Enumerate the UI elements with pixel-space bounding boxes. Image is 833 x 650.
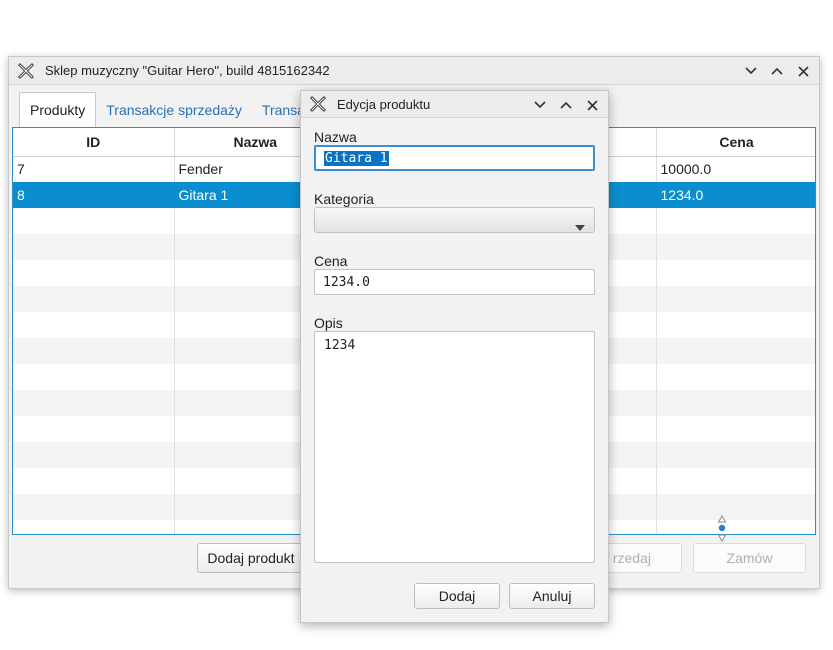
tab-transakcje-sprzedazy[interactable]: Transakcje sprzedaży xyxy=(96,93,252,127)
price-label: Cena xyxy=(314,253,348,269)
close-icon[interactable] xyxy=(795,63,811,79)
category-select[interactable] xyxy=(314,207,595,233)
dialog-window-controls xyxy=(532,91,600,119)
tab-produkty[interactable]: Produkty xyxy=(19,92,97,127)
edit-product-dialog: Edycja produktu Nazwa Gitara 1 Kategoria… xyxy=(300,90,609,623)
close-icon[interactable] xyxy=(584,97,600,113)
main-titlebar[interactable]: Sklep muzyczny "Guitar Hero", build 4815… xyxy=(9,57,819,85)
cell-price: 1234.0 xyxy=(656,182,815,208)
cell-id: 8 xyxy=(13,182,175,208)
name-field[interactable]: Gitara 1 xyxy=(314,145,595,171)
spinner-icon xyxy=(717,515,727,543)
dropdown-arrow-icon xyxy=(575,218,585,234)
description-textarea-value: 1234 xyxy=(324,338,356,353)
name-field-value: Gitara 1 xyxy=(324,150,389,166)
cancel-button[interactable]: Anuluj xyxy=(509,583,595,609)
app-x-icon xyxy=(309,95,327,113)
price-field[interactable]: 1234.0 xyxy=(314,269,595,295)
order-button[interactable]: Zamów xyxy=(693,543,806,573)
price-field-value: 1234.0 xyxy=(323,274,370,290)
maximize-icon[interactable] xyxy=(558,97,574,113)
main-window-controls xyxy=(743,57,811,85)
maximize-icon[interactable] xyxy=(769,63,785,79)
category-label: Kategoria xyxy=(314,191,374,207)
minimize-icon[interactable] xyxy=(743,63,759,79)
cell-id: 7 xyxy=(13,156,175,182)
column-header-id[interactable]: ID xyxy=(13,128,175,157)
dialog-title: Edycja produktu xyxy=(337,96,431,112)
app-x-icon xyxy=(17,62,35,80)
minimize-icon[interactable] xyxy=(532,97,548,113)
dialog-titlebar[interactable]: Edycja produktu xyxy=(301,91,608,118)
description-label: Opis xyxy=(314,315,343,331)
column-header-cena[interactable]: Cena xyxy=(656,128,815,157)
name-label: Nazwa xyxy=(314,129,357,145)
add-product-button[interactable]: Dodaj produkt xyxy=(197,543,305,573)
tab-bar: Produkty Transakcje sprzedaży Transa xyxy=(19,92,315,127)
add-button[interactable]: Dodaj xyxy=(414,583,500,609)
description-textarea[interactable]: 1234 xyxy=(314,331,595,563)
main-window-title: Sklep muzyczny "Guitar Hero", build 4815… xyxy=(45,63,330,78)
cell-price: 10000.0 xyxy=(656,156,815,182)
